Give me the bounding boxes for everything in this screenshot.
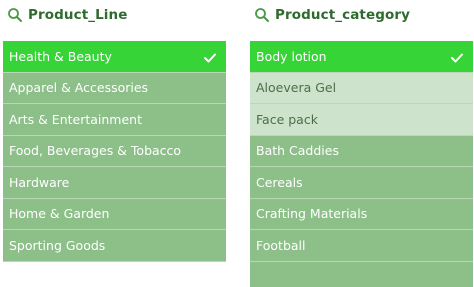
list-item[interactable]: Body lotion: [250, 41, 473, 73]
list-item[interactable]: Football: [250, 230, 473, 262]
list-item[interactable]: Health & Beauty: [3, 41, 226, 73]
list-item-label: Sporting Goods: [9, 237, 106, 253]
filter-panes: Product_Line Health & Beauty Apparel & Ac…: [0, 0, 474, 287]
list-item-label: Bath Caddies: [256, 143, 339, 159]
list-item-label: Crafting Materials: [256, 206, 368, 222]
filter-pane-product-line: Product_Line Health & Beauty Apparel & Ac…: [3, 0, 226, 287]
value-list: Health & Beauty Apparel & Accessories Arts…: [3, 41, 226, 262]
list-item[interactable]: Bath Caddies: [250, 135, 473, 167]
list-item-label: Food, Beverages & Tobacco: [9, 143, 182, 159]
panel-header[interactable]: Product_category: [250, 0, 473, 30]
list-item-label: Face pack: [256, 111, 318, 127]
list-item[interactable]: Face pack: [250, 104, 473, 136]
list-item[interactable]: Sporting Goods: [3, 230, 226, 262]
search-icon[interactable]: [254, 7, 270, 23]
list-item[interactable]: Hardware: [3, 167, 226, 199]
panel-title: Product_Line: [28, 7, 128, 23]
filter-pane-product-category: Product_category Body lotion Aloevera Gel…: [250, 0, 473, 287]
list-item[interactable]: [250, 261, 473, 287]
list-item[interactable]: Food, Beverages & Tobacco: [3, 135, 226, 167]
list-item[interactable]: Cereals: [250, 167, 473, 199]
list-item[interactable]: Apparel & Accessories: [3, 72, 226, 104]
panel-header[interactable]: Product_Line: [3, 0, 226, 30]
list-item-label: Body lotion: [256, 48, 327, 64]
list-item[interactable]: Arts & Entertainment: [3, 104, 226, 136]
check-icon: [204, 51, 216, 63]
list-item[interactable]: Aloevera Gel: [250, 72, 473, 104]
list-item-label: Arts & Entertainment: [9, 111, 142, 127]
value-list: Body lotion Aloevera Gel Face pack Bath Cad…: [250, 41, 473, 287]
list-item-label: Aloevera Gel: [256, 80, 337, 96]
search-icon[interactable]: [7, 7, 23, 23]
list-item-label: Hardware: [9, 174, 70, 190]
panel-title: Product_category: [275, 7, 411, 23]
list-item-label: Home & Garden: [9, 206, 110, 222]
list-item-label: Football: [256, 237, 306, 253]
list-item-label: Cereals: [256, 174, 303, 190]
check-icon: [451, 51, 463, 63]
list-item-label: Health & Beauty: [9, 48, 112, 64]
list-item[interactable]: Home & Garden: [3, 198, 226, 230]
list-item-label: Apparel & Accessories: [9, 80, 149, 96]
list-item[interactable]: Crafting Materials: [250, 198, 473, 230]
